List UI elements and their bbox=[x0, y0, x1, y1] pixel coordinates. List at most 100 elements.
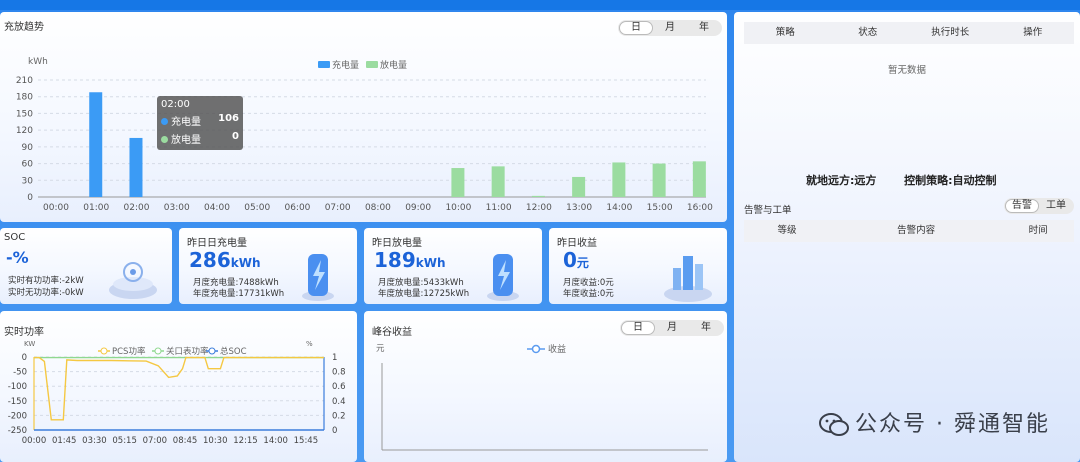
peak-income-panel: 峰谷收益 日 月 年 元收益 bbox=[364, 311, 727, 462]
lightning-battery-icon bbox=[302, 254, 334, 301]
y-right-tick-label: 0 bbox=[332, 426, 337, 436]
charge-card: 昨日日充电量 286kWh 月度充电量:7488kWh 年度充电量:17731k… bbox=[179, 228, 357, 304]
card-title: 昨日放电量 bbox=[372, 238, 422, 249]
y-right-tick-label: 0.6 bbox=[332, 382, 346, 392]
col-strategy: 策略 bbox=[775, 27, 795, 38]
x-tick-label: 07:00 bbox=[325, 203, 351, 213]
discharge-card: 昨日放电量 189kWh 月度放电量:5433kWh 年度放电量:12725kW… bbox=[364, 228, 542, 304]
top-bar bbox=[0, 0, 1080, 10]
alarm-table-header: 等级 告警内容 时间 bbox=[744, 220, 1074, 242]
card-title: SOC bbox=[4, 232, 26, 243]
control-status: 就地远方:远方 控制策略:自动控制 bbox=[806, 174, 997, 187]
col-content: 告警内容 bbox=[897, 225, 936, 236]
charge-value: 286kWh bbox=[189, 248, 261, 272]
legend-swatch bbox=[366, 61, 378, 68]
x-tick-label: 03:30 bbox=[82, 436, 107, 446]
buildings-icon bbox=[664, 256, 712, 302]
x-tick-label: 11:00 bbox=[486, 203, 512, 213]
tab-alarm[interactable]: 告警 bbox=[1005, 199, 1039, 213]
charge-discharge-bar-chart: kWh 0 30 60 90 120 150 180 210 00:00 01:00 02:00 03:… bbox=[16, 57, 713, 213]
y-tick-label: 60 bbox=[22, 160, 34, 170]
chart-tooltip: 02:00 充电量 106 放电量 0 bbox=[157, 96, 243, 150]
y-tick-label: -200 bbox=[8, 411, 27, 421]
y-tick-label: 120 bbox=[16, 126, 33, 136]
x-tick-label: 02:00 bbox=[124, 203, 150, 213]
y-right-tick-label: 0.2 bbox=[332, 411, 346, 421]
y-axis-label: KW bbox=[24, 340, 35, 348]
x-tick-label: 09:00 bbox=[405, 203, 431, 213]
legend-marker bbox=[154, 347, 162, 355]
yearly-charge: 年度充电量:17731kWh bbox=[193, 289, 285, 299]
alarm-tabs: 告警 工单 bbox=[1004, 198, 1074, 214]
y-tick-label: -150 bbox=[8, 397, 27, 407]
bar-charge bbox=[89, 92, 103, 197]
income-line-chart: 元 收益 bbox=[376, 343, 708, 451]
x-tick-label: 16:00 bbox=[687, 203, 713, 213]
card-title: 昨日收益 bbox=[557, 238, 597, 249]
x-tick-label: 10:30 bbox=[203, 436, 228, 446]
active-power: 实时有功功率:-2kW bbox=[8, 276, 84, 286]
bar-discharge bbox=[451, 168, 465, 197]
tab-work-order[interactable]: 工单 bbox=[1039, 199, 1073, 213]
realtime-power-panel: 实时功率 KW% 0 -50 -100 -150 -200 -250 0 0.2 0.4 0.6 0.… bbox=[0, 311, 357, 462]
x-tick-label: 14:00 bbox=[606, 203, 632, 213]
y-tick-label: 210 bbox=[16, 76, 33, 86]
bar-discharge bbox=[491, 166, 505, 197]
soc-illustration-icon bbox=[109, 262, 157, 299]
legend-label: 总SOC bbox=[220, 346, 247, 357]
y-tick-label: -250 bbox=[8, 426, 27, 436]
y-tick-label: 90 bbox=[22, 143, 34, 153]
legend-label: 放电量 bbox=[380, 59, 407, 71]
x-tick-label: 05:00 bbox=[244, 203, 270, 213]
charge-trend-panel: 充放趋势 日 月 年 kWh 0 30 60 90 120 150 180 210 00:00 01… bbox=[0, 12, 727, 222]
col-level: 等级 bbox=[777, 225, 797, 236]
y-tick-label: 180 bbox=[16, 93, 33, 103]
strategy-table-header: 策略 状态 执行时长 操作 bbox=[744, 22, 1074, 44]
x-tick-label: 01:45 bbox=[52, 436, 77, 446]
tooltip-time: 02:00 bbox=[161, 99, 190, 110]
right-panel: 策略 状态 执行时长 操作 暂无数据 就地远方:远方 控制策略:自动控制 告警与… bbox=[734, 12, 1080, 462]
x-tick-label: 08:45 bbox=[173, 436, 198, 446]
bar-discharge bbox=[652, 163, 666, 197]
bar-discharge bbox=[572, 176, 586, 197]
x-tick-label: 05:15 bbox=[112, 436, 137, 446]
bar-charge bbox=[129, 137, 143, 197]
bar-discharge bbox=[612, 162, 626, 197]
col-status: 状态 bbox=[858, 27, 878, 38]
col-time: 时间 bbox=[1028, 225, 1048, 236]
card-title: 昨日日充电量 bbox=[187, 238, 247, 249]
y-right-tick-label: 0.8 bbox=[332, 368, 346, 378]
legend-marker bbox=[100, 347, 108, 355]
income-card: 昨日收益 0元 月度收益:0元 年度收益:0元 bbox=[549, 228, 727, 304]
x-tick-label: 01:00 bbox=[83, 203, 109, 213]
reactive-power: 实时无功功率:-0kW bbox=[8, 288, 84, 298]
lightning-battery-icon bbox=[487, 254, 519, 301]
income-value: 0元 bbox=[563, 248, 589, 272]
legend-marker bbox=[531, 344, 541, 354]
x-tick-label: 15:00 bbox=[647, 203, 673, 213]
y-right-tick-label: 0.4 bbox=[332, 397, 346, 407]
y-tick-label: 150 bbox=[16, 109, 33, 119]
discharge-value: 189kWh bbox=[374, 248, 446, 272]
bar-discharge bbox=[531, 195, 545, 197]
y-tick-label: 0 bbox=[27, 193, 33, 203]
series-line bbox=[34, 356, 324, 421]
y-right-tick-label: 1 bbox=[332, 353, 337, 363]
x-tick-label: 00:00 bbox=[43, 203, 69, 213]
wechat-icon bbox=[819, 413, 850, 436]
tooltip-discharge-label: 放电量 bbox=[161, 131, 201, 146]
yearly-income: 年度收益:0元 bbox=[563, 289, 614, 299]
tooltip-discharge-value: 0 bbox=[232, 131, 239, 142]
legend-label: PCS功率 bbox=[112, 346, 146, 357]
col-duration: 执行时长 bbox=[931, 27, 970, 38]
soc-card: SOC -% 实时有功功率:-2kW 实时无功功率:-0kW bbox=[0, 228, 172, 304]
realtime-power-line-chart: KW % 0 -50 -100 -150 -200 -250 0 0.2 0.4 0.6 0.8 1 00:… bbox=[8, 340, 346, 446]
legend-label: 收益 bbox=[548, 343, 566, 355]
y-tick-label: 30 bbox=[22, 176, 34, 186]
y-tick-label: -50 bbox=[13, 368, 27, 378]
y-axis-label: 元 bbox=[376, 344, 385, 354]
x-tick-label: 10:00 bbox=[445, 203, 471, 213]
empty-text: 暂无数据 bbox=[887, 65, 926, 76]
y-tick-label: 0 bbox=[22, 353, 27, 363]
control-strategy-value: 自动控制 bbox=[952, 174, 997, 187]
